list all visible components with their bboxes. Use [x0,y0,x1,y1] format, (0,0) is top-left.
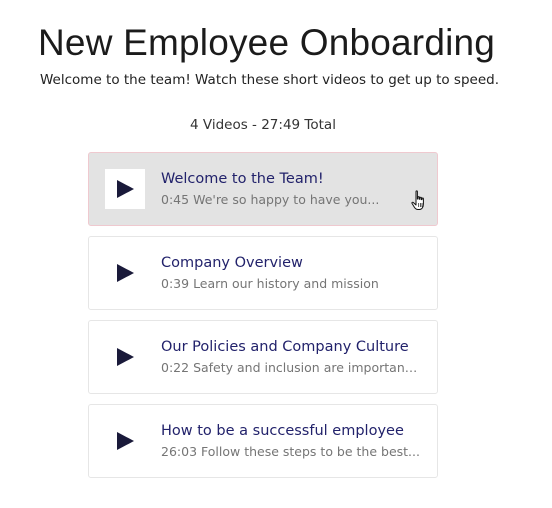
video-title: Company Overview [161,255,303,271]
video-info: Welcome to the Team! 0:45 We're so happy… [161,169,437,209]
video-description: Safety and inclusion are important... [193,360,421,375]
video-duration: 0:22 [161,360,190,375]
video-meta: 26:03 Follow these steps to be the best.… [161,443,421,461]
video-duration: 26:03 [161,444,198,459]
play-icon [117,348,134,366]
page-title: New Employee Onboarding [38,22,496,63]
play-icon [117,432,134,450]
video-thumbnail[interactable] [105,421,145,461]
video-title: How to be a successful employee [161,423,404,439]
video-summary: 4 Videos - 27:49 Total [190,117,336,133]
play-icon [117,264,134,282]
video-info: How to be a successful employee 26:03 Fo… [161,421,437,461]
video-duration: 0:39 [161,276,190,291]
video-item-policies-culture[interactable]: Our Policies and Company Culture 0:22 Sa… [88,320,438,394]
video-item-company-overview[interactable]: Company Overview 0:39 Learn our history … [88,236,438,310]
video-meta: 0:22 Safety and inclusion are important.… [161,359,421,377]
video-duration: 0:45 [161,192,190,207]
video-thumbnail[interactable] [105,253,145,293]
video-info: Our Policies and Company Culture 0:22 Sa… [161,337,437,377]
video-meta: 0:39 Learn our history and mission [161,275,421,293]
hand-pointer-icon [411,190,424,210]
video-meta: 0:45 We're so happy to have you... [161,191,421,209]
video-item-welcome[interactable]: Welcome to the Team! 0:45 We're so happy… [88,152,438,226]
video-description: Follow these steps to be the best... [201,444,420,459]
video-title: Welcome to the Team! [161,171,324,187]
video-item-successful-employee[interactable]: How to be a successful employee 26:03 Fo… [88,404,438,478]
video-thumbnail[interactable] [105,169,145,209]
video-description: Learn our history and mission [193,276,379,291]
play-icon [117,180,134,198]
video-description: We're so happy to have you... [193,192,380,207]
video-thumbnail[interactable] [105,337,145,377]
page-subtitle: Welcome to the team! Watch these short v… [40,72,499,88]
video-info: Company Overview 0:39 Learn our history … [161,253,437,293]
video-title: Our Policies and Company Culture [161,339,409,355]
video-list: Welcome to the Team! 0:45 We're so happy… [88,152,438,488]
